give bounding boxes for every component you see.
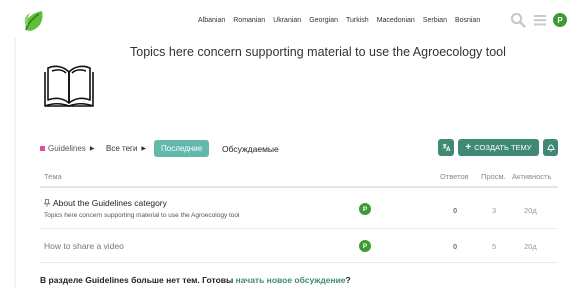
tags-dropdown-label: Все теги xyxy=(106,144,138,153)
bell-icon xyxy=(546,144,555,152)
activity-time[interactable]: 20д xyxy=(524,206,537,215)
poster-avatar[interactable]: P xyxy=(359,240,371,252)
plus-icon: + xyxy=(465,141,472,153)
column-header-replies[interactable]: Ответов xyxy=(440,172,469,181)
activity-time[interactable]: 20д xyxy=(524,242,537,251)
lang-link-macedonian[interactable]: Macedonian xyxy=(377,17,415,24)
caret-right-icon: ▶ xyxy=(89,146,95,152)
category-description: Topics here concern supporting material … xyxy=(130,45,506,59)
category-dropdown[interactable]: Guidelines ▶ xyxy=(40,144,94,153)
pin-icon xyxy=(44,199,50,207)
tags-dropdown[interactable]: Все теги ▶ xyxy=(106,144,146,153)
tab-latest[interactable]: Последние xyxy=(154,140,210,157)
footer-end: ? xyxy=(345,275,351,285)
lang-link-bosnian[interactable]: Bosnian xyxy=(455,17,480,24)
start-new-topic-link[interactable]: начать новое обсуждение xyxy=(236,275,346,285)
topic-excerpt: Topics here concern supporting material … xyxy=(44,212,240,219)
no-more-topics-message: В разделе Guidelines больше нет тем. Гот… xyxy=(40,275,351,285)
language-nav: Albanian Romanian Ukranian Georgian Turk… xyxy=(198,17,488,24)
column-header-views[interactable]: Просм. xyxy=(481,172,506,181)
caret-right-icon: ▶ xyxy=(141,146,147,152)
create-topic-label: СОЗДАТЬ ТЕМУ xyxy=(474,143,532,152)
category-dropdown-label: Guidelines xyxy=(48,144,86,153)
leaf-logo-icon[interactable] xyxy=(22,8,48,34)
views-count: 5 xyxy=(492,242,497,251)
create-topic-button[interactable]: + СОЗДАТЬ ТЕМУ xyxy=(458,139,539,156)
views-count: 3 xyxy=(492,206,497,215)
replies-count[interactable]: 0 xyxy=(453,206,457,215)
column-header-activity[interactable]: Активность xyxy=(512,172,551,181)
open-book-icon xyxy=(44,65,94,107)
replies-count[interactable]: 0 xyxy=(453,242,457,251)
topic-list-header: Тема Ответов Просм. Активность xyxy=(40,168,558,188)
lang-link-ukranian[interactable]: Ukranian xyxy=(273,17,301,24)
topic-list-controls: Guidelines ▶ Все теги ▶ Последние Обсужд… xyxy=(40,139,558,158)
category-color-swatch xyxy=(40,146,45,151)
lang-link-romanian[interactable]: Romanian xyxy=(233,17,265,24)
topic-title-link[interactable]: About the Guidelines category xyxy=(44,198,167,208)
topic-title: About the Guidelines category xyxy=(53,198,167,208)
lang-link-albanian[interactable]: Albanian xyxy=(198,17,225,24)
table-row: About the Guidelines category Topics her… xyxy=(40,190,558,229)
lang-link-georgian[interactable]: Georgian xyxy=(309,17,338,24)
column-header-topic[interactable]: Тема xyxy=(44,172,62,181)
lang-link-turkish[interactable]: Turkish xyxy=(346,17,369,24)
search-icon[interactable] xyxy=(510,12,526,28)
translate-button[interactable] xyxy=(438,139,454,156)
footer-text: В разделе Guidelines больше нет тем. Гот… xyxy=(40,275,236,285)
hamburger-menu-icon[interactable] xyxy=(532,12,548,28)
user-avatar[interactable]: P xyxy=(553,13,567,27)
poster-avatar[interactable]: P xyxy=(359,203,371,215)
lang-link-serbian[interactable]: Serbian xyxy=(423,17,447,24)
header-icons xyxy=(510,12,548,28)
notifications-button[interactable] xyxy=(543,139,558,156)
page-left-border xyxy=(14,38,16,289)
table-row: How to share a video P 0 5 20д xyxy=(40,229,558,263)
topic-title-link[interactable]: How to share a video xyxy=(44,241,124,251)
translate-icon xyxy=(442,143,450,152)
tab-top[interactable]: Обсуждаемые xyxy=(222,144,279,154)
